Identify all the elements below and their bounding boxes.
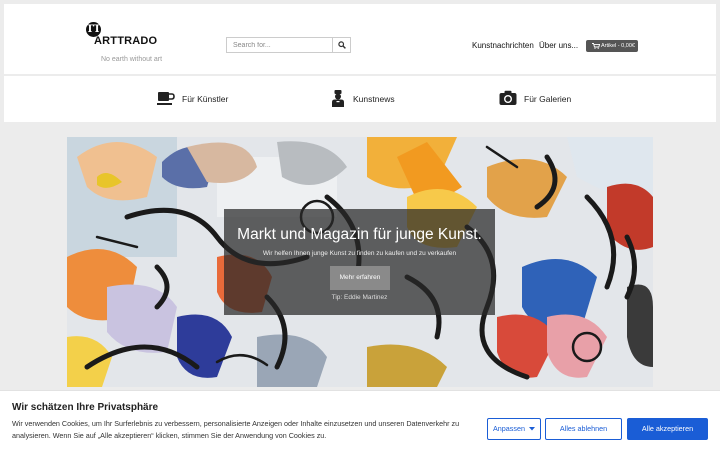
cookie-customize-label: Anpassen (493, 424, 525, 433)
search-button[interactable] (332, 38, 350, 52)
hero-overlay: Markt und Magazin für junge Kunst. Wir h… (224, 209, 495, 315)
hero-tip: Tip: Eddie Martinez (331, 294, 388, 301)
category-bar: Für Künstler Kunstnews Für Galerien (4, 76, 716, 122)
tagline: No earth without art (101, 56, 163, 63)
search-icon (338, 41, 346, 49)
coffee-cup-icon (157, 92, 175, 105)
cookie-reject-button[interactable]: Alles ablehnen (545, 418, 622, 440)
cart-icon (592, 43, 600, 49)
logo-name: ARTTRADO (94, 35, 158, 47)
cart-label: Artikel - 0,00€ (601, 43, 635, 49)
cookie-title: Wir schätzen Ihre Privatsphäre (12, 402, 159, 413)
cart-button[interactable]: Artikel - 0,00€ (586, 40, 638, 52)
cookie-customize-button[interactable]: Anpassen (487, 418, 541, 440)
category-label: Kunstnews (353, 94, 395, 104)
category-label: Für Galerien (524, 94, 572, 104)
search-box (226, 37, 351, 53)
hero-title: Markt und Magazin für junge Kunst. (237, 226, 482, 243)
artist-figure-icon (332, 90, 344, 107)
hero-subtitle: Wir helfen Ihnen junge Kunst zu finden z… (262, 250, 457, 257)
camera-icon (499, 90, 517, 105)
cookie-accept-button[interactable]: Alle akzeptieren (627, 418, 708, 440)
chevron-down-icon (528, 427, 535, 431)
category-label: Für Künstler (182, 94, 229, 104)
learn-more-button[interactable]: Mehr erfahren (330, 266, 390, 290)
cookie-text: Wir verwenden Cookies, um Ihr Surferlebn… (12, 419, 460, 440)
nav-kunstnachrichten[interactable]: Kunstnachrichten (472, 41, 534, 50)
search-input[interactable] (227, 38, 331, 52)
site-header: TT ARTTRADO No earth without art Kunstna… (4, 4, 716, 74)
nav-ueber-uns[interactable]: Über uns... (539, 41, 578, 50)
